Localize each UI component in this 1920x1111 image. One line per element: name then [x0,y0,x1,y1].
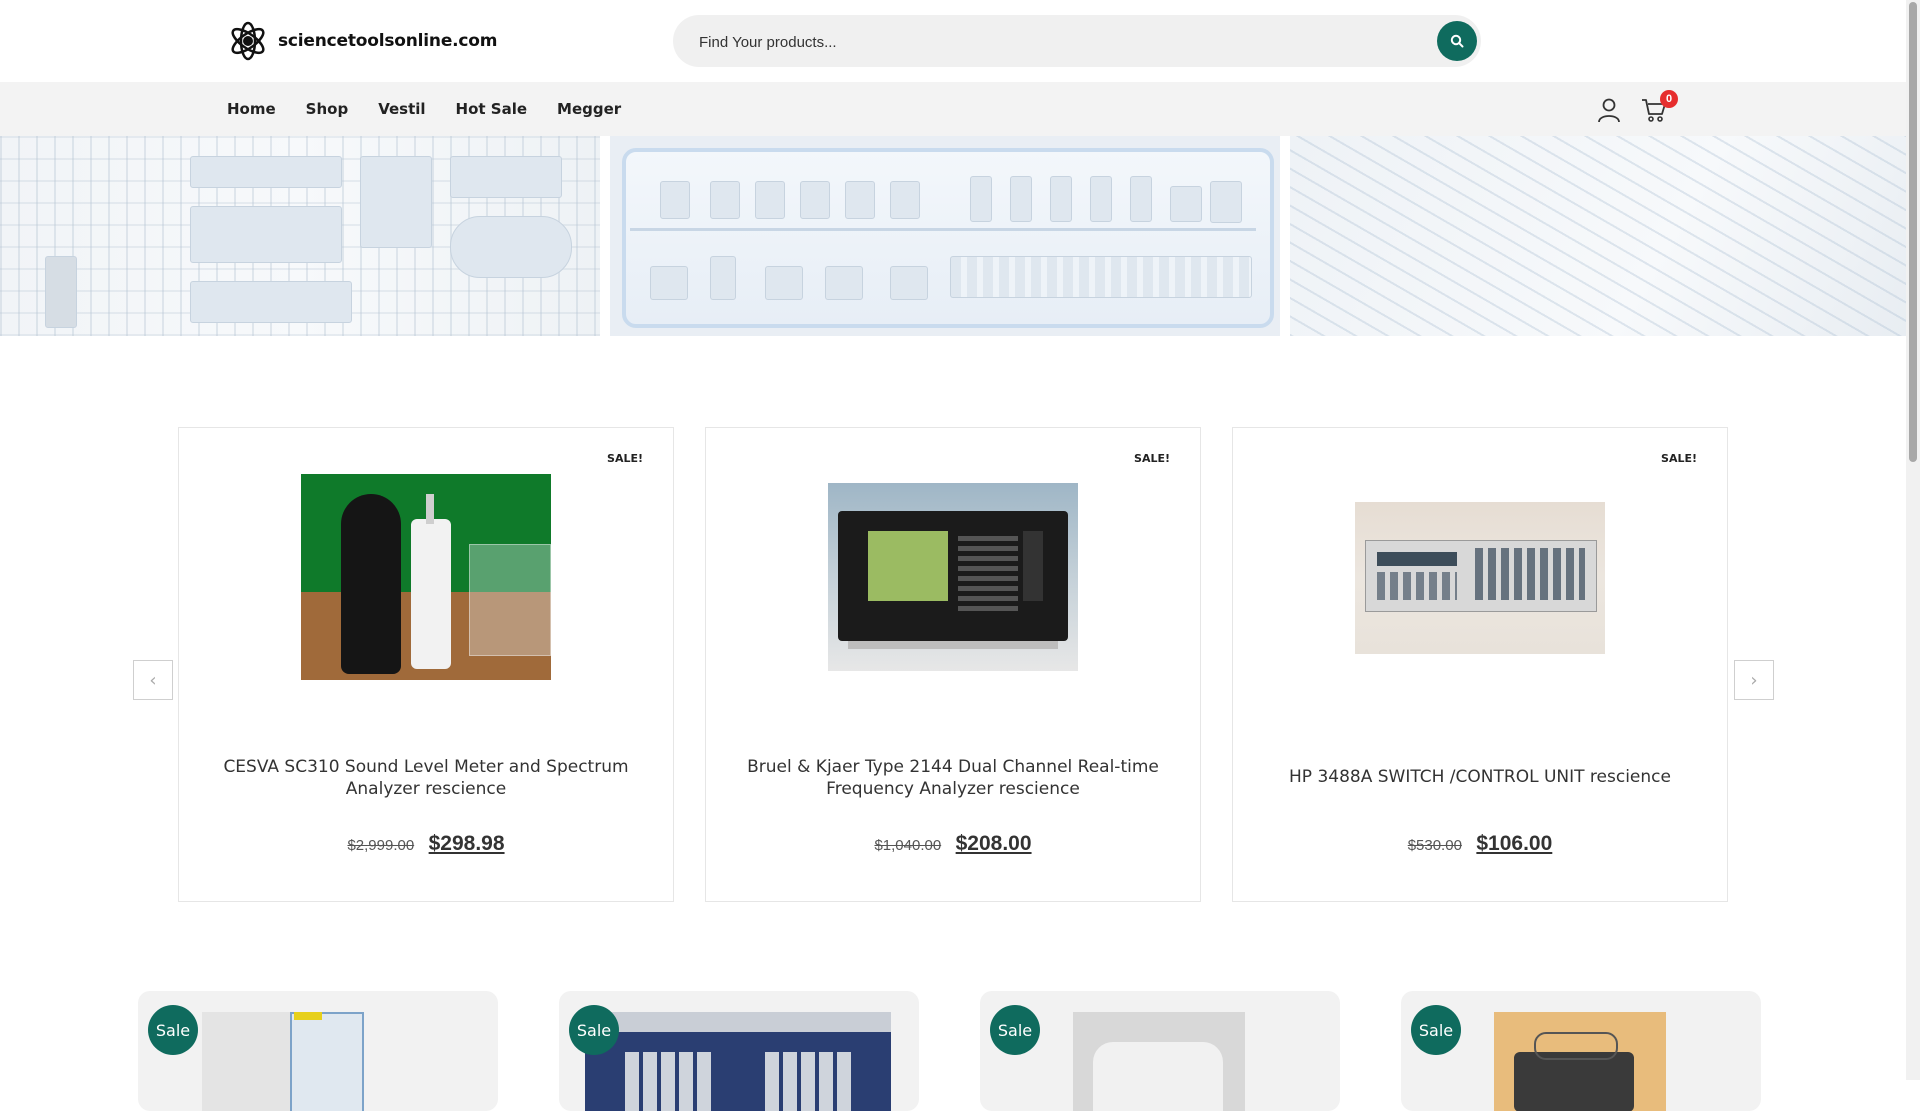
nav-item-hot-sale[interactable]: Hot Sale [456,100,528,118]
banner-lab-workbench-image[interactable] [1290,136,1906,336]
search-bar [673,15,1481,69]
sale-price: $208.00 [955,832,1032,855]
sale-badge: Sale [1411,1005,1461,1055]
price-row: $2,999.00 $298.98 [179,832,673,856]
grid-product-card[interactable]: Sale [980,991,1340,1111]
old-price: $1,040.00 [874,837,942,854]
nav-item-vestil[interactable]: Vestil [378,100,425,118]
hero-banner [0,136,1906,336]
sale-label: SALE! [1661,452,1697,465]
page-scrollbar[interactable] [1906,0,1920,1080]
sale-label: SALE! [1134,452,1170,465]
chevron-left-icon: ‹ [149,669,157,691]
price-row: $1,040.00 $208.00 [706,832,1200,856]
grid-product-image[interactable] [202,1012,364,1111]
old-price: $530.00 [1407,837,1462,854]
banner-instrument-shelf-image[interactable] [610,136,1280,336]
product-card[interactable]: SALE! HP 3488A SWITCH /CONTROL UNIT resc… [1232,427,1728,902]
search-input[interactable] [697,15,1401,69]
grid-product-card[interactable]: Sale [138,991,498,1111]
sale-badge: Sale [990,1005,1040,1055]
site-header: sciencetoolsonline.com [0,0,1906,82]
carousel-next-button[interactable]: › [1734,660,1774,700]
main-nav: Home Shop Vestil Hot Sale Megger [227,82,651,136]
old-price: $2,999.00 [347,837,415,854]
atom-logo-icon [231,21,265,61]
sale-label: SALE! [607,452,643,465]
price-row: $530.00 $106.00 [1233,832,1727,856]
product-title[interactable]: Bruel & Kjaer Type 2144 Dual Channel Rea… [736,756,1170,800]
sale-badge: Sale [148,1005,198,1055]
product-card[interactable]: SALE! Bruel & Kjaer Type 2144 Dual Chann… [705,427,1201,902]
search-button[interactable] [1437,21,1477,61]
logo-text: sciencetoolsonline.com [278,31,498,51]
nav-item-shop[interactable]: Shop [306,100,349,118]
product-card[interactable]: SALE! CESVA SC310 Sound Level Meter and … [178,427,674,902]
scrollbar-thumb[interactable] [1909,2,1917,462]
banner-lab-tools-image[interactable] [0,136,600,336]
product-image-switch-control-unit[interactable] [1355,502,1605,654]
search-icon [1450,34,1464,48]
grid-product-image[interactable] [585,1012,891,1111]
grid-product-image[interactable] [1073,1012,1245,1111]
carousel-prev-button[interactable]: ‹ [133,660,173,700]
product-image-sound-level-meter[interactable] [301,474,551,680]
grid-product-card[interactable]: Sale [559,991,919,1111]
sale-price: $298.98 [428,832,505,855]
site-logo[interactable]: sciencetoolsonline.com [226,20,497,62]
nav-item-megger[interactable]: Megger [557,100,621,118]
product-image-frequency-analyzer[interactable] [828,483,1078,671]
product-title[interactable]: HP 3488A SWITCH /CONTROL UNIT rescience [1263,766,1697,788]
nav-item-home[interactable]: Home [227,100,276,118]
grid-product-card[interactable]: Sale [1401,991,1761,1111]
product-title[interactable]: CESVA SC310 Sound Level Meter and Spectr… [209,756,643,800]
cart-count-badge: 0 [1660,90,1678,108]
grid-product-image[interactable] [1494,1012,1666,1111]
chevron-right-icon: › [1750,669,1758,691]
sale-badge: Sale [569,1005,619,1055]
sale-price: $106.00 [1476,832,1553,855]
user-account-icon[interactable] [1597,97,1621,123]
